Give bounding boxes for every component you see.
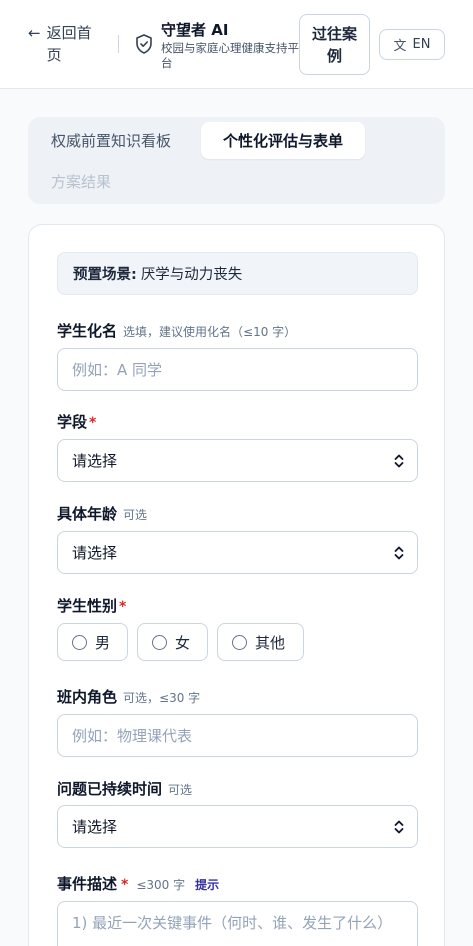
gender-label: 学生性别 *	[57, 595, 126, 616]
radio-circle-icon	[152, 634, 167, 650]
class-role-label: 班内角色 可选，≤30 字	[57, 686, 200, 707]
gender-option-male[interactable]: 男	[57, 623, 128, 661]
school-stage-label: 学段 *	[57, 411, 96, 432]
school-stage-value: 请选择	[72, 452, 118, 470]
event-description-hint: ≤300 字	[136, 878, 186, 892]
gender-option-label: 男	[95, 633, 111, 652]
arrow-left-icon: ←	[28, 24, 41, 42]
header-divider	[118, 35, 119, 53]
chevron-up-down-icon	[394, 820, 404, 834]
back-home-label: 返回首页	[46, 24, 92, 64]
age-hint: 可选	[123, 508, 148, 522]
class-role-hint: 可选，≤30 字	[123, 691, 201, 705]
student-alias-label-text: 学生化名	[57, 322, 118, 340]
event-description-label: 事件描述 * ≤300 字 提示	[57, 873, 219, 894]
school-stage-label-text: 学段	[57, 413, 88, 431]
radio-circle-icon	[72, 634, 87, 650]
tab-assessment-form[interactable]: 个性化评估与表单	[201, 122, 365, 159]
assessment-form-card: 预置场景: 厌学与动力丧失 学生化名 选填，建议使用化名（≤10 字） 例如：A…	[28, 224, 445, 946]
required-asterisk: *	[121, 877, 129, 893]
event-description-label-text: 事件描述	[57, 875, 118, 893]
gender-option-label: 其他	[255, 633, 286, 652]
gender-option-other[interactable]: 其他	[217, 623, 304, 661]
age-label: 具体年龄 可选	[57, 503, 147, 524]
required-asterisk: *	[89, 415, 97, 431]
translate-icon: 文	[393, 39, 407, 54]
chevron-up-down-icon	[394, 454, 404, 468]
age-label-text: 具体年龄	[57, 505, 118, 523]
class-role-input[interactable]: 例如：物理课代表	[57, 714, 418, 757]
school-stage-select[interactable]: 请选择	[57, 439, 418, 482]
required-asterisk: *	[119, 599, 127, 615]
event-description-textarea[interactable]: 1) 最近一次关键事件（何时、谁、发生了什么）	[57, 901, 418, 946]
section-tabs: 权威前置知识看板 个性化评估与表单 方案结果	[28, 117, 445, 204]
back-home-button[interactable]: ← 返回首页	[28, 22, 99, 66]
class-role-label-text: 班内角色	[57, 688, 118, 706]
student-alias-label: 学生化名 选填，建议使用化名（≤10 字）	[57, 320, 296, 341]
duration-label: 问题已持续时间 可选	[57, 778, 192, 799]
language-label: EN	[412, 37, 431, 52]
shield-check-icon	[136, 34, 152, 54]
duration-label-text: 问题已持续时间	[57, 780, 163, 798]
top-header: ← 返回首页 守望者 AI 校园与家庭心理健康支持平台 过往案例 文 EN	[0, 0, 473, 89]
age-select[interactable]: 请选择	[57, 531, 418, 574]
preset-scene-banner: 预置场景: 厌学与动力丧失	[57, 252, 418, 295]
gender-label-text: 学生性别	[57, 597, 118, 615]
past-cases-button[interactable]: 过往案例	[299, 14, 370, 75]
preset-scene-label: 预置场景:	[73, 267, 137, 283]
student-alias-input[interactable]: 例如：A 同学	[57, 348, 418, 391]
chevron-up-down-icon	[394, 546, 404, 560]
preset-scene-value: 厌学与动力丧失	[140, 267, 243, 283]
duration-select[interactable]: 请选择	[57, 805, 418, 848]
duration-hint: 可选	[168, 783, 193, 797]
student-alias-hint: 选填，建议使用化名（≤10 字）	[123, 325, 297, 339]
tab-plan-result: 方案结果	[51, 173, 112, 191]
language-toggle-button[interactable]: 文 EN	[379, 29, 445, 60]
age-value: 请选择	[72, 544, 118, 562]
brand-subtitle: 校园与家庭心理健康支持平台	[161, 41, 299, 70]
radio-circle-icon	[232, 634, 247, 650]
duration-value: 请选择	[72, 818, 118, 836]
brand-title: 守望者 AI	[161, 21, 229, 39]
event-description-tips-link[interactable]: 提示	[195, 876, 219, 893]
tab-knowledge-board[interactable]: 权威前置知识看板	[51, 131, 171, 151]
gender-option-female[interactable]: 女	[137, 623, 208, 661]
gender-option-label: 女	[175, 633, 191, 652]
